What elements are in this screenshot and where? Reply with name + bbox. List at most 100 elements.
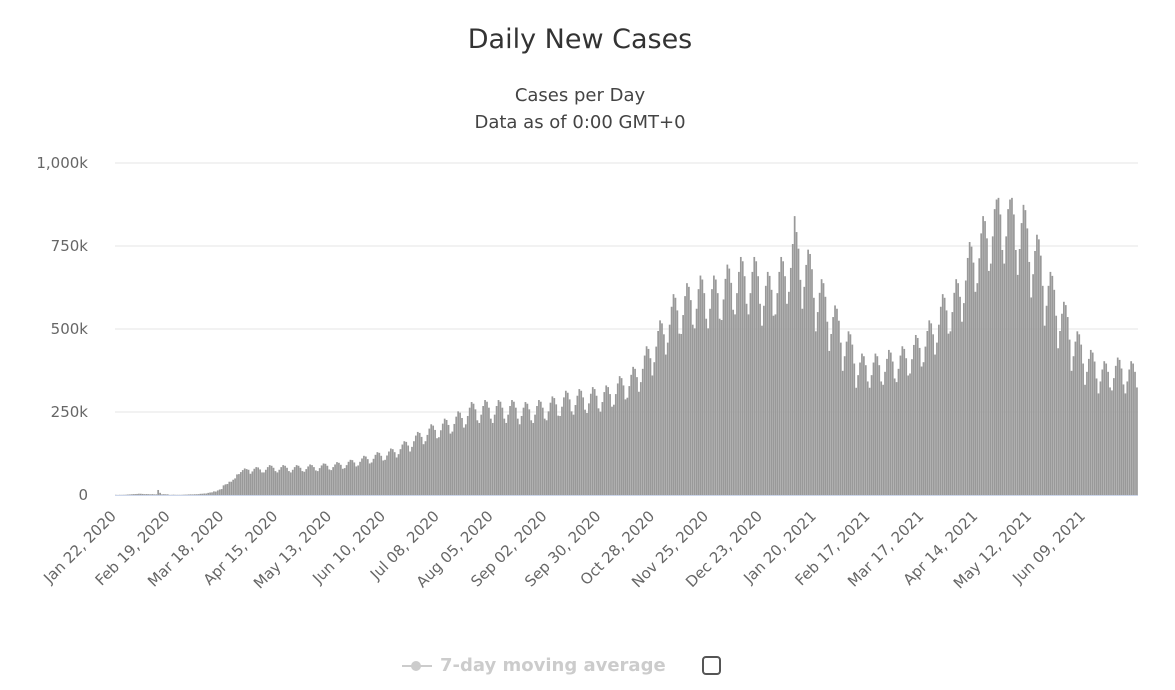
bar (803, 286, 806, 495)
bar (128, 494, 131, 495)
bar (749, 293, 752, 495)
bar (686, 283, 688, 495)
bar (228, 481, 231, 495)
bar (230, 481, 233, 495)
bar (551, 396, 554, 495)
bar (1122, 384, 1125, 495)
bar (284, 465, 286, 495)
bar (986, 238, 988, 496)
bar (1126, 381, 1129, 495)
bar (676, 310, 679, 495)
bar (266, 467, 269, 495)
bar (1061, 313, 1063, 495)
bar (772, 315, 775, 495)
bar (684, 296, 686, 495)
bar (651, 375, 654, 495)
bar (416, 431, 419, 495)
bar (701, 279, 704, 495)
bar (1074, 341, 1077, 495)
bar (214, 491, 217, 495)
bar (505, 422, 508, 495)
bar (368, 463, 371, 495)
bar (1009, 199, 1011, 495)
bar (484, 400, 486, 495)
bar (218, 489, 221, 495)
bar (818, 292, 821, 495)
bar (805, 264, 808, 495)
bar (378, 452, 381, 495)
bar (720, 320, 723, 495)
bar (163, 494, 165, 495)
bar (413, 441, 415, 495)
bar (418, 432, 421, 495)
bar (355, 466, 358, 495)
bar (463, 427, 465, 495)
bar (1059, 330, 1061, 495)
bar (789, 267, 792, 495)
bar (663, 334, 665, 495)
bar (639, 382, 642, 495)
bar (1120, 368, 1123, 495)
bar (703, 293, 706, 495)
bar (411, 446, 413, 495)
bar (847, 331, 850, 495)
bar (159, 492, 161, 495)
bar (518, 424, 521, 495)
bar (934, 354, 936, 495)
bar (439, 430, 442, 495)
bar (388, 451, 390, 495)
bar (499, 401, 502, 495)
bar (132, 494, 135, 495)
moving-average-checkbox[interactable] (701, 656, 721, 675)
bar (957, 283, 959, 495)
bar (430, 424, 433, 495)
bar (441, 423, 444, 495)
bar (1076, 331, 1079, 495)
bar (253, 468, 256, 495)
bar (136, 493, 138, 495)
bar (932, 334, 934, 495)
bar (1086, 371, 1088, 495)
bar (780, 256, 783, 495)
bar (143, 494, 146, 495)
bar (624, 399, 627, 495)
bar (878, 365, 881, 495)
bar (274, 471, 277, 495)
bar (607, 387, 609, 495)
bar (241, 470, 244, 495)
bar (488, 407, 490, 495)
bar (1097, 393, 1100, 495)
bar (401, 444, 404, 495)
bar (399, 449, 402, 495)
bar (672, 294, 675, 495)
bar (293, 467, 296, 495)
bar (716, 293, 719, 495)
bar (516, 418, 519, 495)
bar (724, 278, 727, 495)
bar (622, 385, 625, 495)
bar (843, 356, 846, 495)
bar (807, 249, 809, 495)
bar (709, 308, 711, 495)
bar (455, 416, 458, 495)
bar (405, 441, 408, 495)
bar (238, 474, 240, 495)
bar (1039, 255, 1042, 495)
bar (863, 356, 865, 495)
bar (1024, 210, 1027, 495)
legend-item-moving-average[interactable]: 7-day moving average (400, 655, 666, 676)
bar (849, 334, 852, 495)
bar (745, 303, 748, 495)
bar (503, 418, 506, 495)
bar (988, 270, 990, 495)
bar (191, 494, 194, 495)
bar (922, 362, 925, 495)
bar (713, 275, 715, 495)
bar (655, 346, 658, 495)
bar (366, 459, 369, 495)
bar (1080, 344, 1083, 495)
bar (926, 330, 929, 495)
bar (147, 494, 150, 495)
bar (820, 279, 823, 495)
bar (726, 264, 729, 495)
